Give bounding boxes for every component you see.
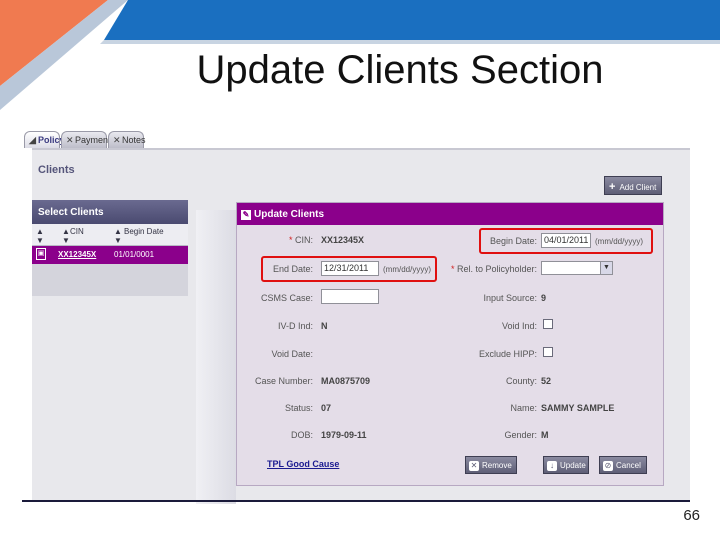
end-date-highlight <box>261 256 437 282</box>
panel-divider <box>196 210 236 504</box>
case-number-label: Case Number: <box>254 376 313 386</box>
gender-label: Gender: <box>504 430 537 440</box>
page-number: 66 <box>683 507 700 524</box>
exclude-hipp-checkbox[interactable] <box>543 347 553 357</box>
button-label: Remove <box>482 461 512 470</box>
begin-date-highlight <box>479 228 653 254</box>
bottom-rule <box>22 500 690 502</box>
sort-icon[interactable]: ▲ ▼ <box>36 227 44 245</box>
remove-icon: ✕ <box>469 461 479 471</box>
button-label: Add Client <box>619 183 657 192</box>
rel-policyholder-label: * Rel. to Policyholder: <box>450 264 537 274</box>
rel-policyholder-select[interactable]: ▼ <box>541 261 613 275</box>
select-clients-panel: Select Clients ▲ ▼ ▲ ▼ CIN ▲ ▼ Begin Date ▣… <box>32 200 188 296</box>
cin-value: XX12345X <box>321 235 365 245</box>
name-value: SAMMY SAMPLE <box>541 403 615 413</box>
cancel-icon: ⊘ <box>603 461 613 471</box>
clients-section-label: Clients <box>38 164 75 176</box>
select-clients-header: Select Clients <box>32 200 188 224</box>
application-screenshot: ◢ Policy ✕Payment ✕Notes Clients + Add Cli… <box>22 128 690 504</box>
table-row[interactable]: ▣ XX12345X 01/01/0001 <box>32 246 188 264</box>
button-label: Cancel <box>616 461 641 470</box>
cin-label: * CIN: <box>288 235 313 245</box>
header-label: Update Clients <box>254 209 325 220</box>
remove-button[interactable]: ✕ Remove <box>465 456 517 474</box>
row-select-icon[interactable]: ▣ <box>36 248 46 260</box>
tab-policy[interactable]: ◢ Policy <box>24 131 65 148</box>
tab-notes[interactable]: ✕Notes <box>108 131 146 148</box>
name-label: Name: <box>510 403 537 413</box>
exclude-hipp-label: Exclude HIPP: <box>478 349 537 359</box>
cancel-button[interactable]: ⊘ Cancel <box>599 456 647 474</box>
button-label: Update <box>560 461 586 470</box>
column-header-cin[interactable]: CIN <box>70 227 84 236</box>
ivd-ind-label: IV-D Ind: <box>277 321 313 331</box>
tab-label: Notes <box>122 135 146 145</box>
sort-icon[interactable]: ▲ ▼ <box>114 227 122 245</box>
tab-bar: ◢ Policy ✕Payment ✕Notes <box>22 128 690 148</box>
county-value: 52 <box>541 376 552 386</box>
sort-icon[interactable]: ▲ ▼ <box>62 227 70 245</box>
void-ind-label: Void Ind: <box>501 321 537 331</box>
input-source-label: Input Source: <box>483 293 537 303</box>
tpl-good-cause-link[interactable]: TPL Good Cause <box>267 459 339 469</box>
dob-label: DOB: <box>290 430 313 440</box>
select-clients-columns: ▲ ▼ ▲ ▼ CIN ▲ ▼ Begin Date <box>32 224 188 246</box>
edit-icon: ✎ <box>241 210 251 220</box>
tab-label: Payment <box>75 135 111 145</box>
case-number-value: MA0875709 <box>321 376 371 386</box>
update-button[interactable]: ↓ Update <box>543 456 589 474</box>
void-ind-checkbox[interactable] <box>543 319 553 329</box>
policy-frame: Clients + Add Client Select Clients ▲ ▼ ▲ ▼… <box>32 148 690 504</box>
close-icon: ✕ <box>113 135 121 145</box>
tab-icon: ◢ <box>29 135 36 145</box>
close-icon: ✕ <box>66 135 74 145</box>
input-source-value: 9 <box>541 293 547 303</box>
row-cin-link[interactable]: XX12345X <box>58 250 96 259</box>
update-clients-header: ✎ Update Clients <box>237 203 663 225</box>
add-client-button[interactable]: + Add Client <box>604 176 662 195</box>
chevron-down-icon[interactable]: ▼ <box>600 262 612 274</box>
csms-case-input[interactable] <box>321 289 379 304</box>
void-date-label: Void Date: <box>271 349 313 359</box>
status-value: 07 <box>321 403 332 413</box>
column-header-begin-date[interactable]: Begin Date <box>124 227 164 236</box>
update-clients-panel: ✎ Update Clients * CIN: XX12345X End Date… <box>236 202 664 486</box>
county-label: County: <box>505 376 537 386</box>
dob-value: 1979-09-11 <box>321 430 367 440</box>
status-label: Status: <box>284 403 313 413</box>
gender-value: M <box>541 430 549 440</box>
slide-title: Update Clients Section <box>196 48 604 92</box>
plus-icon: + <box>609 181 616 193</box>
row-begin-date: 01/01/0001 <box>114 250 155 259</box>
tab-payment[interactable]: ✕Payment <box>61 131 111 148</box>
csms-case-label: CSMS Case: <box>260 293 313 303</box>
ivd-ind-value: N <box>321 321 328 331</box>
arrow-down-icon: ↓ <box>547 461 557 471</box>
